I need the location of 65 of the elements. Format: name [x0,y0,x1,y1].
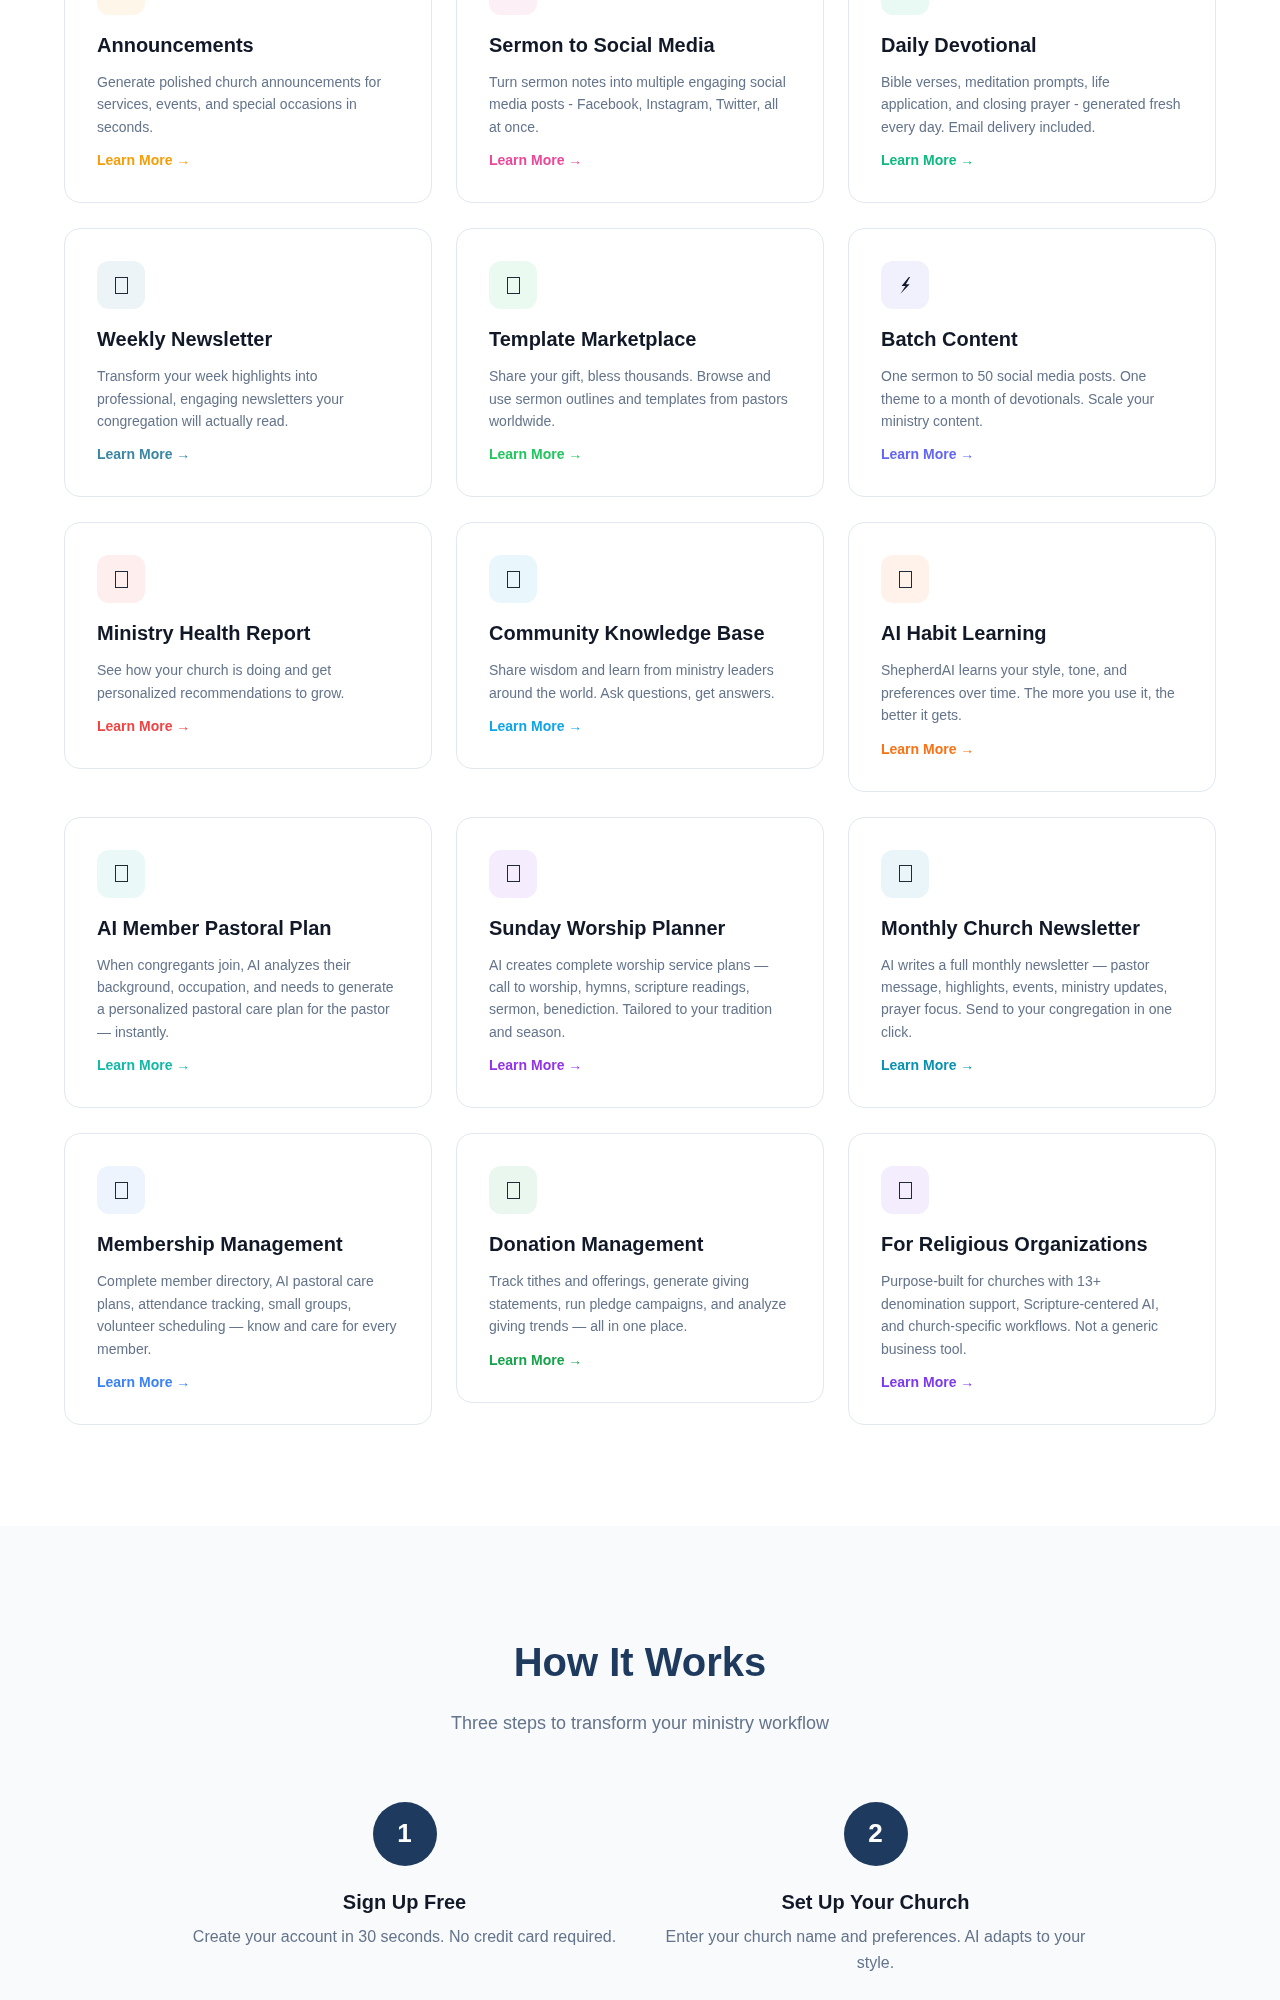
learn-more-link[interactable]: Learn More → [881,738,975,759]
missing-glyph-icon [489,1166,537,1215]
card-title: Ministry Health Report [97,621,311,647]
card-title: Daily Devotional [881,33,1037,58]
card-description: Track tithes and offerings, generate giving statements, run pledge campaigns, and analyze giving trends — all in one place. [489,1272,788,1337]
card-description: Transform your week highlights into professional, engaging newsletters your congregation will actually read. [97,367,345,432]
learn-more-link[interactable]: Learn More → [489,716,583,737]
card-description: One sermon to 50 social media posts. One theme to a month of devotionals. Scale your ministry content. [881,367,1156,432]
learn-more-link[interactable]: Learn More → [97,444,191,465]
section-subtitle: Three steps to transform your ministry workflow [450,1711,830,1735]
card-title: AI Habit Learning [881,621,1047,647]
missing-glyph-icon [881,849,929,898]
step-number: 2 [843,1801,908,1866]
learn-more-link[interactable]: Learn More → [489,150,583,171]
step-title: Set Up Your Church [781,1889,970,1915]
learn-more-link[interactable]: Learn More → [489,1055,583,1076]
learn-more-link[interactable]: Learn More → [881,444,975,465]
card-title: Sermon to Social Media [489,33,715,58]
missing-glyph-icon [97,1166,145,1215]
missing-glyph-icon [881,555,929,604]
learn-more-link[interactable]: Learn More → [97,1055,191,1076]
section-title: How It Works [513,1638,767,1686]
card-description: Generate polished church announcements for services, events, and special occasions in seconds. [97,73,383,137]
card-description: Bible verses, meditation prompts, life application, and closing prayer - generated fresh every day. Email delivery included. [881,73,1182,137]
step-description: Create your account in 30 seconds. No credit card required. [192,1926,617,1947]
card-title: For Religious Organizations [881,1232,1148,1258]
missing-glyph-icon [881,1166,929,1215]
card-description: AI writes a full monthly newsletter — pastor message, highlights, events, ministry updates, prayer focus. Send to your congregation in one click. [881,955,1174,1042]
card-title: Monthly Church Newsletter [881,915,1140,941]
card-description: Share your gift, bless thousands. Browse and use sermon outlines and templates from pastors worldwide. [489,367,789,432]
card-title: Weekly Newsletter [97,327,273,353]
step-number: 1 [372,1801,437,1866]
card-description: ShepherdAI learns your style, tone, and preferences over time. The more you use it, the better it gets. [881,661,1176,726]
card-description: When congregants join, AI analyzes their background, occupation, and needs to generate a personalized pastoral care plan for the pastor — instantly. [97,955,395,1042]
learn-more-link[interactable]: Learn More → [97,150,191,171]
missing-glyph-icon [97,261,145,310]
missing-glyph-icon [489,849,537,898]
card-description: Turn sermon notes into multiple engaging social media posts - Facebook, Instagram, Twitter, all at once. [489,73,787,137]
learn-more-link[interactable]: Learn More → [881,150,975,171]
lightning-icon [881,261,929,310]
card-description: Share wisdom and learn from ministry leaders around the world. Ask questions, get answers. [489,661,776,703]
learn-more-link[interactable]: Learn More → [881,1371,975,1392]
card-title: Announcements [97,33,254,58]
card-description: Purpose-built for churches with 13+ denomination support, Scripture-centered AI, and church-specific workflows. Not a generic business tool. [881,1272,1160,1359]
missing-glyph-icon [97,849,145,898]
card-title: Template Marketplace [489,327,697,353]
card-description: See how your church is doing and get personalized recommendations to grow. [97,661,346,703]
card-title: Membership Management [97,1232,343,1258]
learn-more-link[interactable]: Learn More → [489,444,583,465]
card-description: AI creates complete worship service plans — call to worship, hymns, scripture readings, sermon, benediction. Tailored to your tradition and season. [489,955,773,1042]
missing-glyph-icon [97,555,145,604]
card-description: Complete member directory, AI pastoral care plans, attendance tracking, small groups, volunteer scheduling — know and care for every member. [97,1272,398,1359]
step-title: Sign Up Free [342,1889,467,1915]
missing-glyph-icon [489,555,537,604]
card-title: Sunday Worship Planner [489,915,726,941]
learn-more-link[interactable]: Learn More → [489,1349,583,1370]
step-description: Enter your church name and preferences. AI adapts to your style. [664,1926,1087,1973]
card-title: Batch Content [881,327,1018,353]
learn-more-link[interactable]: Learn More → [97,716,191,737]
missing-glyph-icon [489,261,537,310]
learn-more-link[interactable]: Learn More → [97,1371,191,1392]
card-title: Community Knowledge Base [489,621,765,647]
learn-more-link[interactable]: Learn More → [881,1055,975,1076]
card-title: AI Member Pastoral Plan [97,915,332,941]
card-title: Donation Management [489,1232,704,1258]
